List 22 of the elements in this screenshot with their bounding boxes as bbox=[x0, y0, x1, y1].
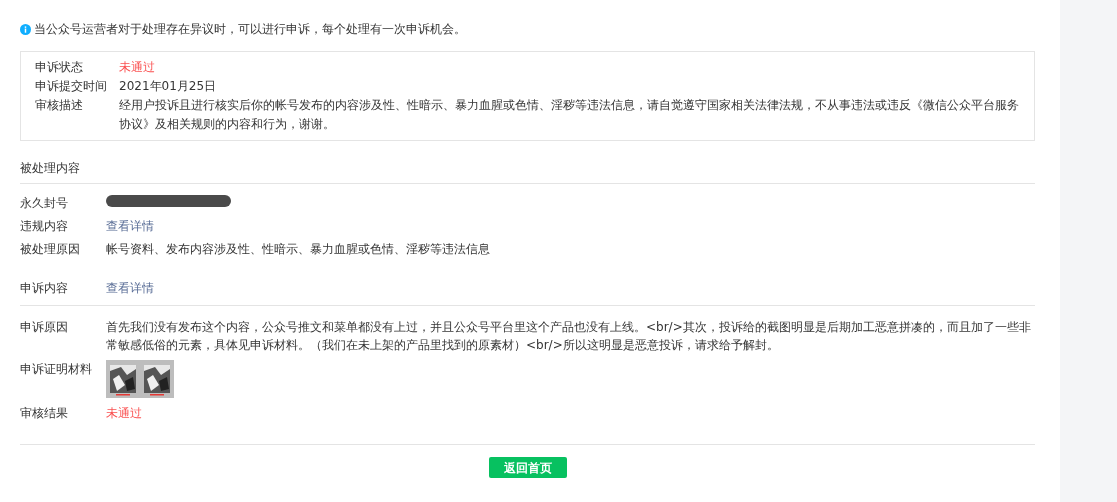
view-details-link[interactable]: 查看详情 bbox=[106, 281, 154, 295]
value-text: 2021年01月25日 bbox=[119, 79, 217, 93]
field-label: 审核结果 bbox=[20, 405, 69, 422]
status-text: 未通过 bbox=[106, 406, 142, 420]
field-label: 永久封号 bbox=[20, 195, 69, 212]
view-details-link[interactable]: 查看详情 bbox=[106, 219, 154, 233]
field-label: 申诉状态 bbox=[35, 59, 84, 76]
field-label: 违规内容 bbox=[20, 218, 69, 235]
field-label: 申诉原因 bbox=[20, 319, 69, 336]
section-title: 被处理内容 bbox=[20, 157, 1035, 184]
info-icon bbox=[20, 23, 31, 35]
field-label: 被处理原因 bbox=[20, 241, 81, 258]
field-label: 申诉证明材料 bbox=[20, 361, 93, 378]
status-text: 未通过 bbox=[119, 60, 155, 74]
value-text: 经用户投诉且进行核实后你的帐号发布的内容涉及性、性暗示、暴力血腥或色情、淫秽等违法信息，请自觉遵守国家相关法律法规，不从事违法或违反《微信公众平台服务协议》及相关规则的内容和行为，谢谢。 bbox=[119, 98, 1019, 131]
value-text: 帐号资料、发布内容涉及性、性暗示、暴力血腥或色情、淫秽等违法信息 bbox=[106, 242, 490, 256]
field-label: 审核描述 bbox=[35, 97, 84, 114]
image-thumbnails[interactable] bbox=[106, 360, 174, 398]
field-label: 申诉内容 bbox=[20, 280, 69, 297]
field-label: 申诉提交时间 bbox=[35, 78, 108, 95]
value-text: 首先我们没有发布这个内容，公众号推文和菜单都没有上过，并且公众号平台里这个产品也没有上线。<br/>其次，投诉给的截图明显是后期加工恶意拼凑的，而且加了一些非常敏感低俗的元素，具体见申诉材料。（我们在未上架的产品里找到的原素材）<br/>所以这明显是恶意投诉，请求给予解封。 bbox=[106, 320, 1031, 352]
notice-text: 当公众号运营者对于处理存在异议时，可以进行申诉，每个处理有一次申诉机会。 bbox=[34, 21, 466, 38]
